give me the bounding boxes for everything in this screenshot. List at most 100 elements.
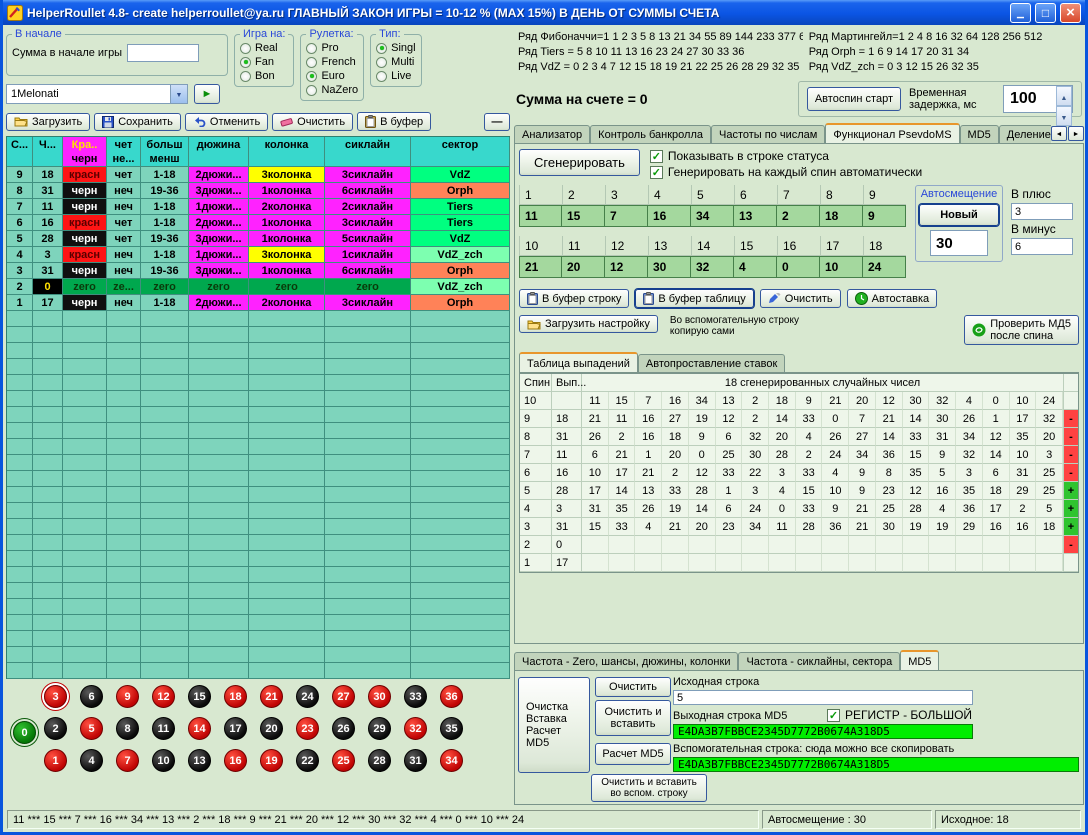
md5-clear-button[interactable]: Очистить <box>595 677 671 697</box>
board-number-26[interactable]: 26 <box>332 717 355 740</box>
radio-nazero[interactable]: NaZero <box>306 83 358 97</box>
board-number-21[interactable]: 21 <box>260 685 283 708</box>
main-tab-1[interactable]: Контроль банкролла <box>590 125 711 143</box>
board-number-18[interactable]: 18 <box>224 685 247 708</box>
board-number-17[interactable]: 17 <box>224 717 247 740</box>
column-header[interactable]: большменш <box>141 137 189 167</box>
md5-clear-paste-button[interactable]: Очистить и вставить <box>595 700 671 736</box>
spins-tab-0[interactable]: Таблица выпадений <box>519 352 638 372</box>
board-number-23[interactable]: 23 <box>296 717 319 740</box>
spinner-up-button[interactable] <box>1056 86 1072 106</box>
load-button[interactable]: Загрузить <box>6 113 90 131</box>
radio-euro[interactable]: Euro <box>306 69 358 83</box>
board-number-33[interactable]: 33 <box>404 685 427 708</box>
column-header[interactable]: Кра..черн <box>63 137 107 167</box>
minus-input[interactable] <box>1011 238 1073 255</box>
checkbox-auto-generate[interactable]: Генерировать на каждый спин автоматическ… <box>650 165 922 179</box>
save-button[interactable]: Сохранить <box>94 113 181 131</box>
column-header[interactable]: сиклайн <box>325 137 411 167</box>
tab-scroll-right-button[interactable] <box>1068 126 1084 141</box>
board-number-20[interactable]: 20 <box>260 717 283 740</box>
main-tab-5[interactable]: Деление ко <box>999 125 1051 143</box>
check-md5-button[interactable]: Проверить МД5 после спина <box>964 315 1079 345</box>
board-number-35[interactable]: 35 <box>440 717 463 740</box>
main-tab-3[interactable]: Функционал PsevdoMS <box>825 123 959 143</box>
titlebar[interactable]: HelperRoullet 4.8- create helperroullet@… <box>3 0 1085 25</box>
radio-real[interactable]: Real <box>240 41 288 55</box>
md5-register-checkbox[interactable]: РЕГИСТР - БОЛЬШОЙ <box>827 708 972 722</box>
md5-clear-paste-aux-button[interactable]: Очистить и вставить во вспом. строку <box>591 774 707 802</box>
tab-scroll-left-button[interactable] <box>1051 126 1067 141</box>
clear-button[interactable]: Очистить <box>272 113 353 131</box>
chevron-down-icon[interactable] <box>170 85 187 103</box>
load-settings-button[interactable]: Загрузить настройку <box>519 315 658 333</box>
board-number-3[interactable]: 3 <box>44 685 67 708</box>
board-number-9[interactable]: 9 <box>116 685 139 708</box>
board-number-0[interactable]: 0 <box>13 721 36 744</box>
column-header[interactable]: сектор <box>411 137 510 167</box>
spins-tab-1[interactable]: Автопроставление ставок <box>638 354 785 372</box>
board-number-16[interactable]: 16 <box>224 749 247 772</box>
radio-fan[interactable]: Fan <box>240 55 288 69</box>
board-number-2[interactable]: 2 <box>44 717 67 740</box>
autoshift-value-input[interactable] <box>930 230 988 256</box>
board-number-8[interactable]: 8 <box>116 717 139 740</box>
board-number-14[interactable]: 14 <box>188 717 211 740</box>
maximize-button[interactable] <box>1035 3 1056 23</box>
board-number-12[interactable]: 12 <box>152 685 175 708</box>
board-number-30[interactable]: 30 <box>368 685 391 708</box>
board-number-5[interactable]: 5 <box>80 717 103 740</box>
buffer-row-button[interactable]: В буфер строку <box>519 289 629 308</box>
board-number-31[interactable]: 31 <box>404 749 427 772</box>
board-number-7[interactable]: 7 <box>116 749 139 772</box>
board-number-4[interactable]: 4 <box>80 749 103 772</box>
board-number-32[interactable]: 32 <box>404 717 427 740</box>
md5-calc-button[interactable]: Расчет MD5 <box>595 743 671 765</box>
md5-output-field[interactable]: E4DA3B7FBBCE2345D7772B0674A318D5 <box>673 724 973 739</box>
main-tab-0[interactable]: Анализатор <box>514 125 590 143</box>
column-header[interactable]: четне... <box>107 137 141 167</box>
radio-pro[interactable]: Pro <box>306 41 358 55</box>
autoshift-new-button[interactable]: Новый <box>919 204 999 226</box>
board-number-6[interactable]: 6 <box>80 685 103 708</box>
radio-bon[interactable]: Bon <box>240 69 288 83</box>
board-number-25[interactable]: 25 <box>332 749 355 772</box>
board-number-15[interactable]: 15 <box>188 685 211 708</box>
main-tab-2[interactable]: Частоты по числам <box>711 125 825 143</box>
autospin-start-button[interactable]: Автоспин старт <box>807 87 901 111</box>
board-number-24[interactable]: 24 <box>296 685 319 708</box>
main-tab-4[interactable]: MD5 <box>960 125 999 143</box>
close-button[interactable] <box>1060 3 1081 23</box>
freq-tab-2[interactable]: MD5 <box>900 650 939 670</box>
column-header[interactable]: дюжина <box>189 137 249 167</box>
board-number-27[interactable]: 27 <box>332 685 355 708</box>
board-number-36[interactable]: 36 <box>440 685 463 708</box>
radio-multi[interactable]: Multi <box>376 55 415 69</box>
delay-spinner[interactable]: 100 <box>1003 85 1073 113</box>
freq-tab-0[interactable]: Частота - Zero, шансы, дюжины, колонки <box>514 652 738 670</box>
buffer-button[interactable]: В буфер <box>357 112 431 131</box>
board-number-13[interactable]: 13 <box>188 749 211 772</box>
plus-input[interactable] <box>1011 203 1073 220</box>
board-number-10[interactable]: 10 <box>152 749 175 772</box>
md5-source-input[interactable] <box>673 690 973 705</box>
column-header[interactable]: С... <box>7 137 33 167</box>
play-button[interactable] <box>194 84 220 104</box>
column-header[interactable]: Ч... <box>33 137 63 167</box>
md5-big-button[interactable]: Очистка Вставка Расчет MD5 <box>518 677 590 773</box>
start-sum-input[interactable] <box>127 44 199 62</box>
checkbox-show-status[interactable]: Показывать в строке статуса <box>650 149 922 163</box>
generate-button[interactable]: Сгенерировать <box>519 149 640 176</box>
board-number-19[interactable]: 19 <box>260 749 283 772</box>
board-number-11[interactable]: 11 <box>152 717 175 740</box>
column-header[interactable]: колонка <box>249 137 325 167</box>
board-number-29[interactable]: 29 <box>368 717 391 740</box>
board-number-34[interactable]: 34 <box>440 749 463 772</box>
undo-button[interactable]: Отменить <box>185 113 268 131</box>
autobet-button[interactable]: Автоставка <box>847 289 938 308</box>
clear-gen-button[interactable]: Очистить <box>760 289 841 308</box>
md5-aux-field[interactable]: E4DA3B7FBBCE2345D7772B0674A318D5 <box>673 757 1079 772</box>
radio-live[interactable]: Live <box>376 69 415 83</box>
board-number-22[interactable]: 22 <box>296 749 319 772</box>
minimize-button[interactable] <box>1010 3 1031 23</box>
